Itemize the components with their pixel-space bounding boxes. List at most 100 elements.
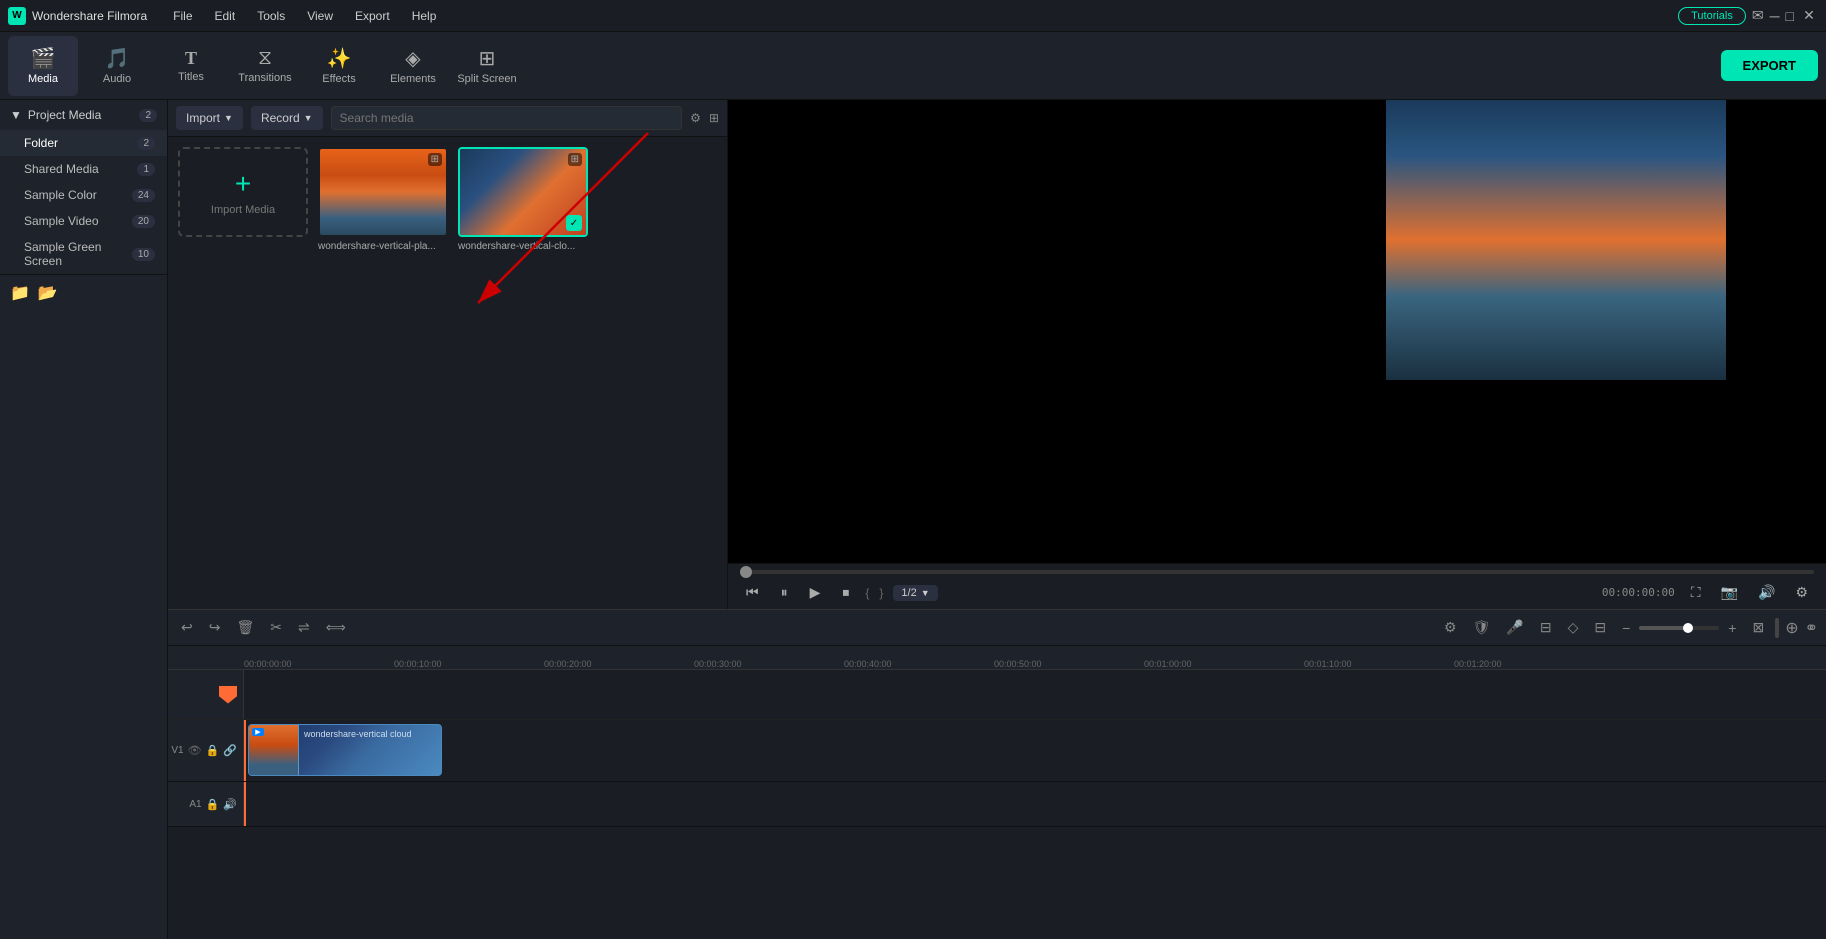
- sidebar-sample-green-screen[interactable]: Sample Green Screen 10: [0, 234, 167, 274]
- mail-icon[interactable]: ✉: [1752, 7, 1764, 24]
- sidebar-folder[interactable]: Folder 2: [0, 130, 167, 156]
- sidebar-shared-media-label: Shared Media: [24, 162, 99, 176]
- timeline-right-tools: ⚙ 🛡 🎤 ⊟ ◇ ⊟ − + ⊠: [1439, 617, 1779, 638]
- export-button[interactable]: EXPORT: [1721, 50, 1818, 81]
- ruler-8: 00:01:20:00: [1454, 659, 1604, 669]
- media-panel: Import ▼ Record ▼ ⚙ ⊞ + Import Medi: [168, 100, 728, 609]
- ruler-3: 00:00:30:00: [694, 659, 844, 669]
- video-track-link-icon[interactable]: 🔗: [223, 744, 237, 757]
- delete-button[interactable]: 🗑: [231, 617, 259, 638]
- menu-edit[interactable]: Edit: [205, 5, 246, 27]
- menu-view[interactable]: View: [297, 5, 343, 27]
- toolbar-elements[interactable]: ◈ Elements: [378, 36, 448, 96]
- media-thumb-1[interactable]: ⊞ wondershare-vertical-pla...: [318, 147, 448, 252]
- play-pause-button[interactable]: ⏸: [775, 582, 794, 603]
- playhead-track-area: [244, 670, 1826, 719]
- snap-button[interactable]: ⚙: [1439, 617, 1462, 638]
- plus-icon: +: [235, 168, 251, 200]
- mic-button[interactable]: 🎤: [1501, 617, 1528, 638]
- preview-video: [1386, 100, 1726, 380]
- clip-title: wondershare-vertical cloud: [299, 725, 417, 743]
- subtitles-button[interactable]: ⊟: [1535, 617, 1557, 638]
- video-track-area: ▶ wondershare-vertical cloud: [244, 720, 1826, 781]
- menu-file[interactable]: File: [163, 5, 202, 27]
- volume-button[interactable]: 🔊: [1752, 582, 1781, 603]
- sidebar-add-folder-icon[interactable]: 📁: [10, 283, 30, 303]
- video-track-eye-icon[interactable]: 👁: [188, 744, 202, 757]
- grid-view-icon[interactable]: ⊞: [709, 111, 719, 125]
- close-button[interactable]: ✕: [1800, 7, 1818, 25]
- toolbar-splitscreen[interactable]: ⊞ Split Screen: [452, 36, 522, 96]
- page-indicator[interactable]: 1/2 ▼: [893, 585, 937, 601]
- audio-track-controls: A1 🔒 🔊: [168, 782, 244, 826]
- media-thumb-2[interactable]: ⊞ ✓ wondershare-vertical-clo...: [458, 147, 588, 252]
- page-label: 1/2: [901, 587, 916, 599]
- fit-button[interactable]: ⊠: [1747, 617, 1769, 638]
- undo-button[interactable]: ↩: [176, 617, 198, 638]
- toolbar-transitions[interactable]: ⧖ Transitions: [230, 36, 300, 96]
- prev-frame-button[interactable]: ⏮: [740, 582, 765, 603]
- sidebar-project-media[interactable]: ▼ Project Media 2: [0, 100, 167, 130]
- menu-tools[interactable]: Tools: [247, 5, 295, 27]
- sidebar-sample-color[interactable]: Sample Color 24: [0, 182, 167, 208]
- seekbar[interactable]: [740, 570, 1814, 574]
- sidebar-sample-video[interactable]: Sample Video 20: [0, 208, 167, 234]
- filter-icon[interactable]: ⚙: [690, 111, 701, 125]
- zoom-handle[interactable]: [1683, 623, 1693, 633]
- folder-count: 2: [137, 137, 155, 150]
- zoom-out-button[interactable]: −: [1617, 618, 1635, 638]
- ruler-2: 00:00:20:00: [544, 659, 694, 669]
- import-button[interactable]: Import ▼: [176, 106, 243, 130]
- video-track-lock-icon[interactable]: 🔒: [206, 744, 220, 757]
- maximize-icon[interactable]: □: [1786, 8, 1794, 24]
- minimize-icon[interactable]: ─: [1770, 8, 1780, 24]
- splitscreen-icon: ⊞: [479, 46, 496, 71]
- link-track-icon[interactable]: ⚭: [1805, 618, 1818, 638]
- preview-video-bg: [1386, 100, 1726, 380]
- add-track-icon[interactable]: ⊕: [1785, 618, 1798, 638]
- search-input[interactable]: [331, 106, 683, 130]
- toolbar: 🎬 Media 🎵 Audio T Titles ⧖ Transitions ✨…: [0, 32, 1826, 100]
- playhead-track-controls: [168, 670, 244, 719]
- splitscreen-label: Split Screen: [457, 73, 516, 85]
- menu-bar: File Edit Tools View Export Help: [163, 5, 446, 27]
- fullscreen-button[interactable]: ⛶: [1685, 582, 1707, 603]
- redo-button[interactable]: ↪: [204, 617, 226, 638]
- record-button[interactable]: Record ▼: [251, 106, 323, 130]
- effects-label: Effects: [322, 73, 355, 85]
- stop-button[interactable]: ⏹: [836, 582, 855, 603]
- menu-help[interactable]: Help: [402, 5, 447, 27]
- motion-button[interactable]: ⟺: [321, 617, 351, 638]
- elements-label: Elements: [390, 73, 436, 85]
- thumb1-name: wondershare-vertical-pla...: [318, 241, 448, 252]
- screenshot-button[interactable]: 📷: [1715, 582, 1744, 603]
- audio-track-a1: A1 🔒 🔊: [168, 782, 1826, 827]
- preview-panel: ⏮ ⏸ ▶ ⏹ { } 1/2 ▼ 00:00:00:00 ⛶ �: [728, 100, 1826, 609]
- toolbar-effects[interactable]: ✨ Effects: [304, 36, 374, 96]
- preview-right-buttons: ⛶ 📷 🔊 ⚙: [1685, 582, 1814, 603]
- toolbar-titles[interactable]: T Titles: [156, 36, 226, 96]
- import-media-placeholder[interactable]: + Import Media: [178, 147, 308, 237]
- sidebar-shared-media[interactable]: Shared Media 1: [0, 156, 167, 182]
- tutorials-button[interactable]: Tutorials: [1678, 7, 1746, 25]
- audio-track-lock-icon[interactable]: 🔒: [206, 798, 220, 811]
- seekbar-handle[interactable]: [740, 566, 752, 578]
- crop-button[interactable]: ⊟: [1589, 617, 1611, 638]
- toolbar-audio[interactable]: 🎵 Audio: [82, 36, 152, 96]
- settings-button[interactable]: ⚙: [1789, 582, 1814, 603]
- keyframe-button[interactable]: ◇: [1563, 617, 1584, 638]
- sidebar: ▼ Project Media 2 Folder 2 Shared Media …: [0, 100, 168, 939]
- shield-button[interactable]: 🛡: [1468, 617, 1496, 638]
- split-button[interactable]: ⇌: [293, 617, 315, 638]
- zoom-in-button[interactable]: +: [1723, 618, 1741, 638]
- zoom-slider[interactable]: [1639, 626, 1719, 630]
- menu-export[interactable]: Export: [345, 5, 400, 27]
- audio-track-mute-icon[interactable]: 🔊: [223, 798, 237, 811]
- sidebar-add-icon[interactable]: 📂: [38, 283, 58, 303]
- toolbar-media[interactable]: 🎬 Media: [8, 36, 78, 96]
- sample-video-count: 20: [132, 215, 155, 228]
- audio-label: Audio: [103, 73, 131, 85]
- cut-button[interactable]: ✂: [265, 617, 287, 638]
- play-button[interactable]: ▶: [804, 582, 827, 603]
- video-clip-1[interactable]: ▶ wondershare-vertical cloud: [248, 724, 442, 776]
